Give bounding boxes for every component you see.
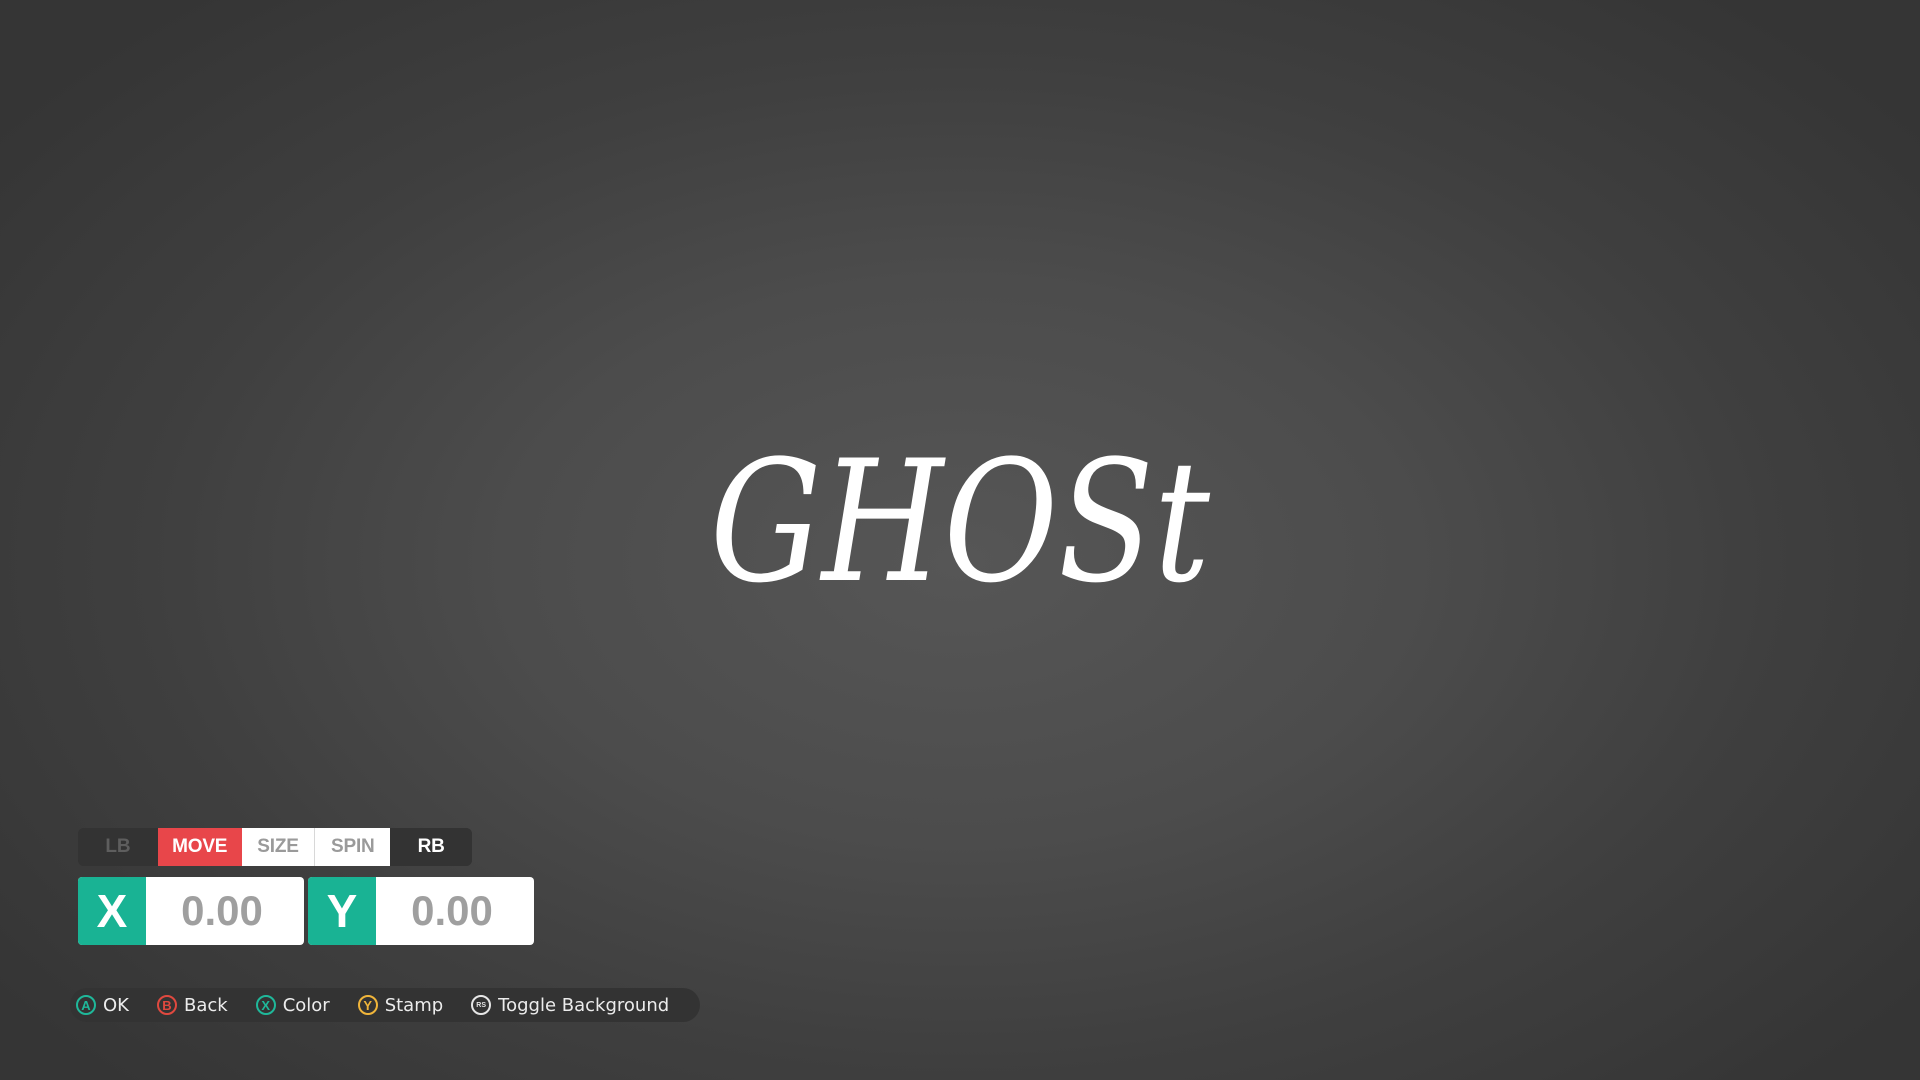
transform-mode-tabs: LB MOVE SIZE SPIN RB — [78, 828, 472, 866]
prompt-toggle-background[interactable]: RS Toggle Background — [471, 995, 669, 1016]
tab-move[interactable]: MOVE — [157, 828, 242, 866]
rb-bumper-hint[interactable]: RB — [390, 828, 472, 866]
b-button-icon: B — [156, 995, 177, 1015]
prompt-ok-label: OK — [103, 994, 129, 1016]
y-button-icon: Y — [357, 995, 378, 1015]
decal-text: GHOSt — [710, 440, 1210, 620]
button-prompt-bar: A OK B Back X Color Y Stamp RS Toggle Ba… — [70, 988, 700, 1022]
x-coordinate-field[interactable]: X 0.00 — [78, 877, 304, 945]
y-axis-label: Y — [308, 877, 376, 945]
prompt-color[interactable]: X Color — [255, 994, 330, 1016]
lb-bumper-hint[interactable]: LB — [78, 828, 158, 866]
tab-spin[interactable]: SPIN — [315, 828, 391, 866]
y-value: 0.00 — [411, 887, 493, 934]
prompt-stamp[interactable]: Y Stamp — [357, 994, 444, 1016]
a-button-icon: A — [76, 995, 96, 1015]
x-axis-label: X — [78, 877, 146, 945]
decal-graphic[interactable]: GHOSt — [690, 440, 1230, 620]
right-stick-icon: RS — [471, 995, 492, 1015]
y-coordinate-field[interactable]: Y 0.00 — [308, 877, 534, 945]
prompt-color-label: Color — [282, 994, 330, 1016]
prompt-stamp-label: Stamp — [384, 994, 444, 1016]
prompt-toggle-background-label: Toggle Background — [498, 994, 670, 1016]
tab-size[interactable]: SIZE — [241, 828, 316, 866]
prompt-ok[interactable]: A OK — [76, 995, 129, 1016]
x-value: 0.00 — [181, 887, 263, 934]
prompt-back-label: Back — [183, 994, 228, 1016]
decal-editor-canvas: GHOSt LB MOVE SIZE SPIN RB X 0.00 Y 0.00… — [0, 0, 1920, 1080]
x-button-icon: X — [255, 995, 276, 1015]
prompt-back[interactable]: B Back — [156, 994, 228, 1016]
